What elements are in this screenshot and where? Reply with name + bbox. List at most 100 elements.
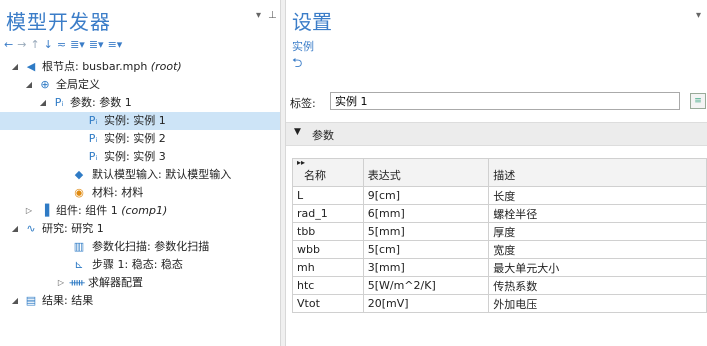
parameter-icon: Pᵢ bbox=[54, 96, 64, 109]
table-row[interactable]: L 9[cm] 长度 bbox=[292, 186, 707, 205]
tree-item-step-1[interactable]: ⊾ 步骤 1: 稳态: 稳态 bbox=[0, 256, 280, 274]
show-filter-icon[interactable]: ≂ bbox=[57, 38, 66, 51]
solver-icon: ᚔ bbox=[69, 276, 85, 289]
materials-icon: ◉ bbox=[74, 186, 84, 199]
label-input[interactable] bbox=[330, 92, 680, 110]
cell-name[interactable]: htc bbox=[292, 276, 364, 295]
cell-expression[interactable]: 5[W/m^2/K] bbox=[362, 276, 490, 295]
table-row[interactable]: Vtot 20[mV] 外加电压 bbox=[292, 294, 707, 313]
model-builder-pane: 模型开发器 ▾ ⊥ ← → ↑ ↓ ≂ ≣▾ ≣▾ ≡▾ ◢ ◀ 根节点: bu… bbox=[0, 0, 280, 346]
undo-arrow-icon[interactable]: ⮌ bbox=[292, 54, 302, 76]
pane-menu-icon[interactable]: ▾ bbox=[256, 10, 261, 21]
tree-item-study-1[interactable]: ◢ ∿ 研究: 研究 1 bbox=[0, 220, 280, 238]
globe-icon: ⊕ bbox=[40, 78, 50, 91]
cell-name[interactable]: wbb bbox=[292, 240, 364, 259]
tree-item-results[interactable]: ◢ ▤ 结果: 结果 bbox=[0, 292, 280, 310]
forward-arrow-icon[interactable]: → bbox=[17, 38, 26, 51]
table-row[interactable]: rad_1 6[mm] 螺栓半径 bbox=[292, 204, 707, 223]
tree-item-default-model-inputs[interactable]: ◆ 默认模型输入: 默认模型输入 bbox=[0, 166, 280, 184]
parameters-section-header[interactable]: ▼ 参数 bbox=[286, 122, 707, 146]
column-header-expression[interactable]: 表达式 bbox=[362, 158, 490, 187]
table-row[interactable]: htc 5[W/m^2/K] 传热系数 bbox=[292, 276, 707, 295]
collapse-triangle-icon[interactable]: ◢ bbox=[38, 94, 48, 112]
tree-item-label: 参数: 参数 1 bbox=[70, 96, 132, 109]
study-icon: ∿ bbox=[26, 222, 36, 235]
tree-item-label: 参数化扫描: 参数化扫描 bbox=[92, 240, 210, 253]
tree-item-parameters[interactable]: ◢ Pᵢ 参数: 参数 1 bbox=[0, 94, 280, 112]
component-icon: ▐ bbox=[40, 204, 50, 217]
cell-expression[interactable]: 3[mm] bbox=[362, 258, 490, 277]
tree-item-root[interactable]: ◢ ◀ 根节点: busbar.mph (root) bbox=[0, 58, 280, 76]
cell-expression[interactable]: 20[mV] bbox=[362, 294, 490, 313]
settings-title: 设置 bbox=[292, 10, 332, 34]
tree-item-label: 求解器配置 bbox=[88, 276, 143, 289]
case-icon: Pᵢ bbox=[88, 150, 98, 163]
column-header-description[interactable]: 描述 bbox=[488, 158, 707, 187]
tree-item-solver-configurations[interactable]: ▷ ᚔ 求解器配置 bbox=[0, 274, 280, 292]
sort-icon[interactable]: ▸▸ bbox=[297, 159, 359, 167]
tree-item-label: 步骤 1: 稳态: 稳态 bbox=[92, 258, 183, 271]
root-node-icon: ◀ bbox=[26, 60, 36, 73]
move-up-icon[interactable]: ↑ bbox=[30, 38, 39, 51]
cell-expression[interactable]: 5[mm] bbox=[362, 222, 490, 241]
expand-triangle-icon[interactable]: ▷ bbox=[24, 202, 34, 220]
collapse-triangle-icon[interactable]: ◢ bbox=[10, 58, 20, 76]
table-row[interactable]: mh 3[mm] 最大单元大小 bbox=[292, 258, 707, 277]
move-down-icon[interactable]: ↓ bbox=[44, 38, 53, 51]
tree-item-label: 结果: 结果 bbox=[42, 294, 94, 307]
cell-description[interactable]: 最大单元大小 bbox=[488, 258, 707, 277]
model-input-icon: ◆ bbox=[74, 168, 84, 181]
expand-triangle-icon[interactable]: ▷ bbox=[56, 274, 66, 292]
cell-name[interactable]: rad_1 bbox=[292, 204, 364, 223]
settings-subtitle: 实例 bbox=[292, 40, 314, 53]
expand-sections-icon[interactable]: ≣▾ bbox=[70, 38, 85, 51]
cell-expression[interactable]: 9[cm] bbox=[362, 186, 490, 205]
case-icon: Pᵢ bbox=[88, 114, 98, 127]
tree-item-parametric-sweep[interactable]: ▥ 参数化扫描: 参数化扫描 bbox=[0, 238, 280, 256]
cell-name[interactable]: Vtot bbox=[292, 294, 364, 313]
cell-name[interactable]: tbb bbox=[292, 222, 364, 241]
table-row[interactable]: tbb 5[mm] 厚度 bbox=[292, 222, 707, 241]
parameters-table: ▸▸ 名称 表达式 描述 L 9[cm] 长度 rad_1 6[mm] 螺栓半径… bbox=[292, 158, 707, 313]
table-row[interactable]: wbb 5[cm] 宽度 bbox=[292, 240, 707, 259]
tree-item-component-1[interactable]: ▷ ▐ 组件: 组件 1 (comp1) bbox=[0, 202, 280, 220]
back-arrow-icon[interactable]: ← bbox=[4, 38, 13, 51]
pin-icon[interactable]: ⊥ bbox=[268, 10, 277, 21]
cell-name[interactable]: L bbox=[292, 186, 364, 205]
cell-expression[interactable]: 5[cm] bbox=[362, 240, 490, 259]
collapse-triangle-icon[interactable]: ◢ bbox=[24, 76, 34, 94]
cell-description[interactable]: 宽度 bbox=[488, 240, 707, 259]
case-icon: Pᵢ bbox=[88, 132, 98, 145]
reset-label-icon[interactable]: ≡ bbox=[690, 93, 706, 109]
cell-description[interactable]: 传热系数 bbox=[488, 276, 707, 295]
tree-item-label: 研究: 研究 1 bbox=[42, 222, 104, 235]
more-list-icon[interactable]: ≡▾ bbox=[108, 38, 123, 51]
tree-item-label: 根节点: busbar.mph (root) bbox=[42, 60, 182, 73]
cell-description[interactable]: 厚度 bbox=[488, 222, 707, 241]
model-tree: ◢ ◀ 根节点: busbar.mph (root) ◢ ⊕ 全局定义 ◢ Pᵢ… bbox=[0, 58, 280, 310]
model-builder-title: 模型开发器 bbox=[6, 10, 111, 34]
tree-item-case-3[interactable]: Pᵢ 实例: 实例 3 bbox=[0, 148, 280, 166]
cell-description[interactable]: 长度 bbox=[488, 186, 707, 205]
label-field-caption: 标签: bbox=[290, 97, 316, 110]
model-builder-toolbar: ← → ↑ ↓ ≂ ≣▾ ≣▾ ≡▾ bbox=[4, 36, 122, 52]
pane-menu-icon[interactable]: ▾ bbox=[696, 10, 701, 21]
cell-description[interactable]: 螺栓半径 bbox=[488, 204, 707, 223]
settings-pane: 设置 ▾ 实例 ⮌ 标签: ≡ ▼ 参数 ▸▸ 名称 表达式 描述 L 9[cm… bbox=[286, 0, 707, 346]
tree-item-global-definitions[interactable]: ◢ ⊕ 全局定义 bbox=[0, 76, 280, 94]
collapse-icon[interactable]: ≣▾ bbox=[89, 38, 104, 51]
tree-item-label: 组件: 组件 1 (comp1) bbox=[56, 204, 168, 217]
tree-item-case-2[interactable]: Pᵢ 实例: 实例 2 bbox=[0, 130, 280, 148]
tree-item-label: 全局定义 bbox=[56, 78, 100, 91]
collapse-triangle-icon[interactable]: ◢ bbox=[10, 292, 20, 310]
column-header-name[interactable]: ▸▸ 名称 bbox=[292, 158, 364, 187]
tree-item-materials[interactable]: ◉ 材料: 材料 bbox=[0, 184, 280, 202]
tree-item-case-1[interactable]: Pᵢ 实例: 实例 1 bbox=[0, 112, 280, 130]
cell-description[interactable]: 外加电压 bbox=[488, 294, 707, 313]
cell-expression[interactable]: 6[mm] bbox=[362, 204, 490, 223]
tree-item-label: 实例: 实例 2 bbox=[104, 132, 166, 145]
section-collapse-icon[interactable]: ▼ bbox=[294, 127, 301, 137]
collapse-triangle-icon[interactable]: ◢ bbox=[10, 220, 20, 238]
cell-name[interactable]: mh bbox=[292, 258, 364, 277]
tree-item-label: 默认模型输入: 默认模型输入 bbox=[92, 168, 232, 181]
